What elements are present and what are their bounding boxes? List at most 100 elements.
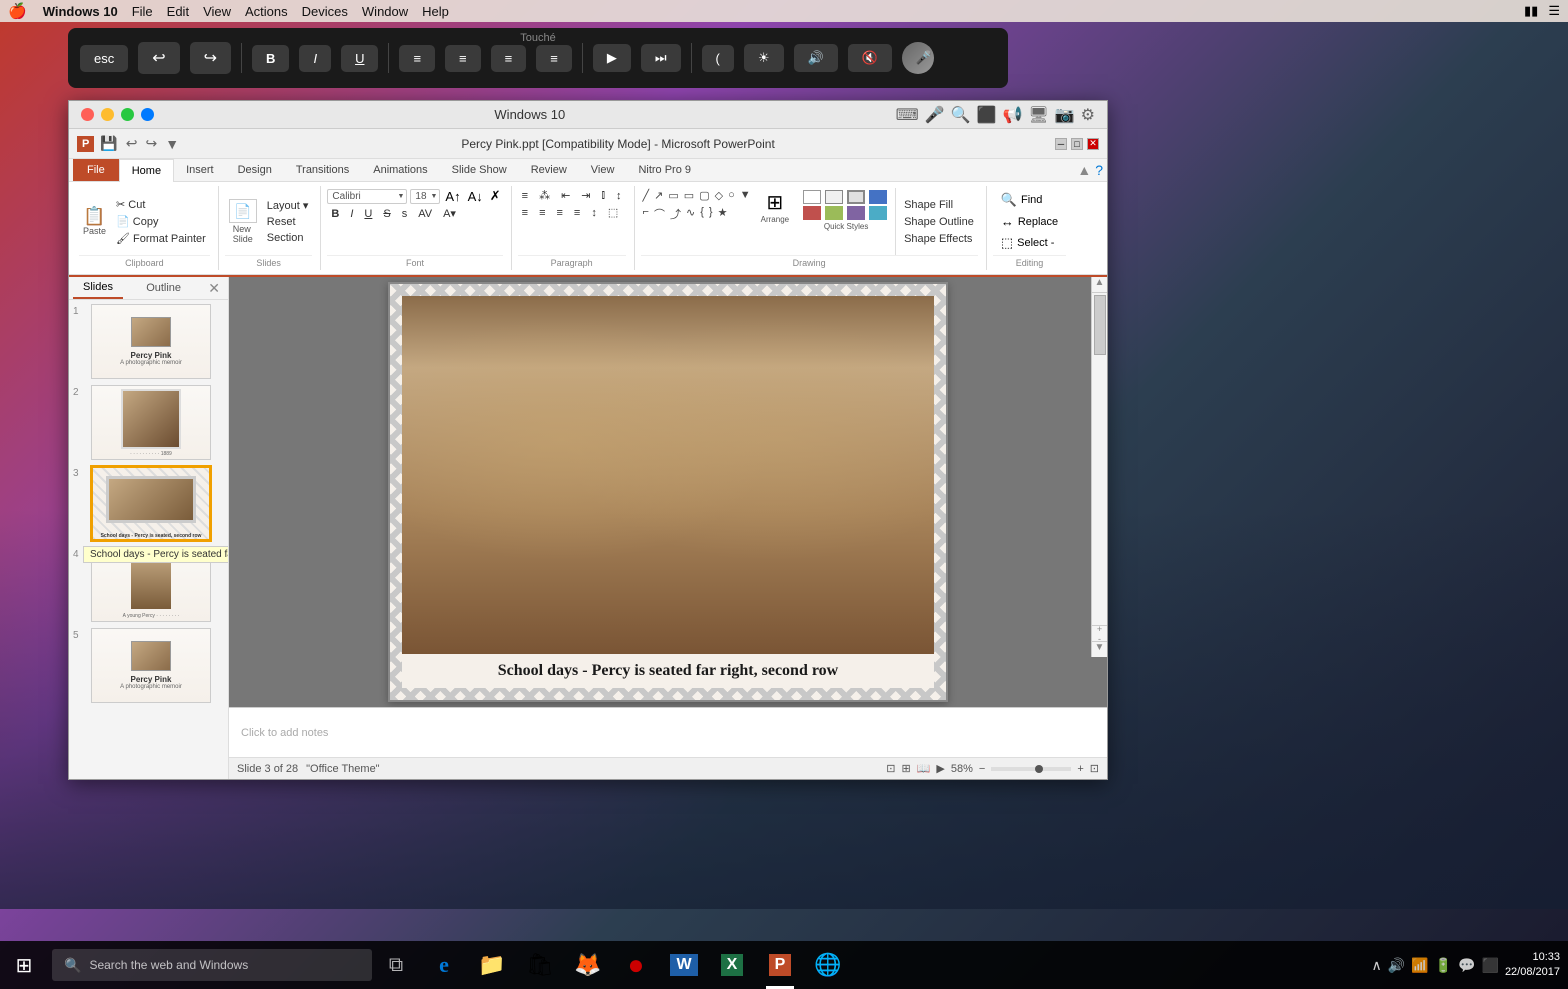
slide-item-2[interactable]: 2 · · · · · · · · · · 1889 [73,385,224,460]
ppt-tab-animations[interactable]: Animations [361,159,439,181]
vm-minimize-btn[interactable] [101,108,114,121]
shape-curve2[interactable]: ∿ [684,205,697,223]
ppt-tab-transitions[interactable]: Transitions [284,159,361,181]
find-btn[interactable]: 🔍 Find [997,190,1062,210]
shape-elbow[interactable]: ⌐ [641,205,651,223]
vm-zoom-btn[interactable] [141,108,154,121]
ppt-tab-home[interactable]: Home [119,159,174,182]
underline-btn[interactable]: U [360,207,376,221]
taskbar-firefox[interactable]: 🦊 [564,941,612,989]
shape-circle[interactable]: ○ [726,188,737,203]
notes-area[interactable]: Click to add notes [229,707,1107,757]
view-reading-btn[interactable]: 📖 [917,762,931,775]
view-normal-btn[interactable]: ⊡ [886,762,895,775]
fit-window-btn[interactable]: ⊡ [1090,762,1099,775]
tray-action-center[interactable]: ⬛ [1482,957,1499,974]
shape-bracket[interactable]: { [698,205,706,223]
font-decrease-btn[interactable]: A↓ [466,189,485,204]
mac-menu-help[interactable]: Help [422,4,449,19]
replace-btn[interactable]: ↔ Replace [997,212,1062,231]
shadow-btn[interactable]: s [398,207,412,221]
line-spacing-btn[interactable]: ↕ [587,206,601,220]
tb-play[interactable]: ▶ [593,44,631,72]
ppt-tab-view[interactable]: View [579,159,627,181]
view-slideshow-btn[interactable]: ▶ [936,762,944,775]
cut-btn[interactable]: ✂ Cut [112,197,210,212]
ppt-tab-insert[interactable]: Insert [174,159,226,181]
taskbar-store[interactable]: 🛍 [516,941,564,989]
tb-redo[interactable]: ↪ [190,42,231,74]
taskbar-excel[interactable]: X [708,941,756,989]
ppt-close-btn[interactable]: ✕ [1087,138,1099,150]
taskbar-app-red[interactable]: ● [612,941,660,989]
format-painter-btn[interactable]: 🖌 Format Painter [112,231,210,246]
shape-outline-btn[interactable]: Shape Outline [900,215,978,229]
smartart-btn[interactable]: ⬚ [604,205,622,220]
new-slide-btn[interactable]: 📄 NewSlide [225,197,261,246]
mac-menu-file[interactable]: File [132,4,153,19]
tb-underline[interactable]: U [341,45,378,72]
ppt-tab-review[interactable]: Review [519,159,579,181]
text-direction-btn[interactable]: ↕ [612,189,626,203]
taskbar-word[interactable]: W [660,941,708,989]
ppt-restore-btn[interactable]: □ [1071,138,1083,150]
taskbar-clock[interactable]: 10:33 22/08/2017 [1505,950,1560,981]
scroll-thumb[interactable] [1094,295,1106,355]
scroll-down-btn[interactable]: ▼ [1092,641,1107,657]
tray-battery[interactable]: 🔋 [1435,957,1452,974]
ppt-save-btn[interactable]: 💾 [98,133,119,154]
task-view-btn[interactable]: ⧉ [372,941,420,989]
tb-align2[interactable]: ≡ [445,45,481,72]
tb-undo[interactable]: ↩ [138,42,179,74]
tb-siri[interactable]: 🎤 [902,42,934,74]
shape-bracket2[interactable]: } [707,205,715,223]
copy-btn[interactable]: 📄 Copy [112,214,210,229]
outline-tab[interactable]: Outline [136,278,191,298]
shape-rect2[interactable]: ▭ [682,188,696,203]
tray-expand[interactable]: ∧ [1372,957,1382,974]
tb-italic[interactable]: I [299,45,331,72]
tb-brightness[interactable]: ☀ [744,44,784,72]
qs-3[interactable] [847,190,865,204]
scroll-up-btn[interactable]: ▲ [1092,277,1107,293]
paste-btn[interactable]: 📋 Paste [79,205,110,238]
increase-indent-btn[interactable]: ⇥ [577,188,594,203]
slide-item-5[interactable]: 5 Percy Pink A photographic memoir [73,628,224,703]
taskbar-edge[interactable]: e [420,941,468,989]
shape-rect[interactable]: ▭ [666,188,680,203]
qs-2[interactable] [825,190,843,204]
slide-panel-close[interactable]: ✕ [204,278,224,299]
decrease-indent-btn[interactable]: ⇤ [557,188,574,203]
ppt-help-btn[interactable]: ? [1095,162,1103,178]
align-center-btn[interactable]: ≡ [535,206,549,220]
mac-menu-windows10[interactable]: Windows 10 [43,4,118,19]
align-left-btn[interactable]: ≡ [518,206,532,220]
font-size-dropdown[interactable]: 18 [410,189,440,204]
qs-7[interactable] [847,206,865,220]
ppt-undo-btn[interactable]: ↩ [124,133,140,154]
qs-5[interactable] [803,206,821,220]
ppt-tab-nitro[interactable]: Nitro Pro 9 [626,159,703,181]
shape-line[interactable]: ╱ [641,188,652,203]
tb-volume-up[interactable]: 🔊 [794,44,838,72]
shape-diamond[interactable]: ◇ [713,188,725,203]
vm-maximize-btn[interactable] [121,108,134,121]
taskbar-search[interactable]: 🔍 Search the web and Windows [52,949,372,981]
mac-menu-devices[interactable]: Devices [302,4,348,19]
align-right-btn[interactable]: ≡ [553,206,567,220]
qs-6[interactable] [825,206,843,220]
start-button[interactable]: ⊞ [0,941,48,989]
shape-round[interactable]: ▢ [697,188,711,203]
font-name-dropdown[interactable]: Calibri [327,189,407,204]
zoom-minus-btn[interactable]: − [979,763,985,775]
ppt-redo-btn[interactable]: ↪ [144,133,160,154]
clear-format-btn[interactable]: ✗ [488,188,503,204]
mac-menu-actions[interactable]: Actions [245,4,288,19]
vm-close-btn[interactable] [81,108,94,121]
mac-menu-edit[interactable]: Edit [167,4,189,19]
taskbar-chrome[interactable]: 🌐 [804,941,852,989]
ppt-help-collapse[interactable]: ▲ [1077,162,1091,178]
ppt-minimize-btn[interactable]: ─ [1055,138,1067,150]
shape-dropdown-btn[interactable]: ▼ [738,188,753,203]
reset-btn[interactable]: Reset [263,215,313,229]
